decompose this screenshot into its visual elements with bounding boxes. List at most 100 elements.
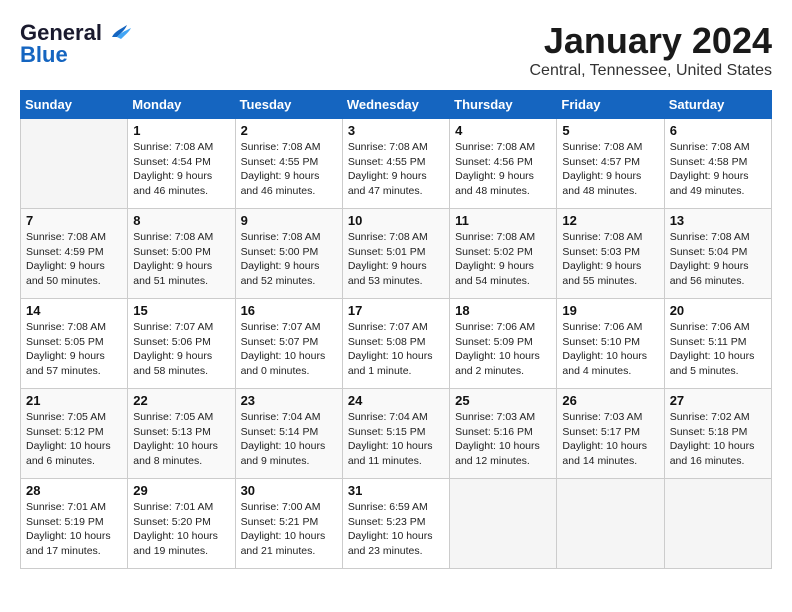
calendar-cell: 24 Sunrise: 7:04 AM Sunset: 5:15 PM Dayli… <box>342 389 449 479</box>
calendar-table: SundayMondayTuesdayWednesdayThursdayFrid… <box>20 90 772 569</box>
page-subtitle: Central, Tennessee, United States <box>529 62 772 80</box>
day-info: Sunrise: 7:08 AM Sunset: 4:55 PM Dayligh… <box>348 140 444 199</box>
calendar-week-row: 14 Sunrise: 7:08 AM Sunset: 5:05 PM Dayli… <box>21 299 772 389</box>
calendar-day-header: Sunday <box>21 91 128 119</box>
day-number: 20 <box>670 303 766 318</box>
calendar-cell: 23 Sunrise: 7:04 AM Sunset: 5:14 PM Dayli… <box>235 389 342 479</box>
calendar-day-header: Monday <box>128 91 235 119</box>
day-info: Sunrise: 7:08 AM Sunset: 4:55 PM Dayligh… <box>241 140 337 199</box>
day-info: Sunrise: 7:04 AM Sunset: 5:15 PM Dayligh… <box>348 410 444 469</box>
day-number: 17 <box>348 303 444 318</box>
calendar-cell: 22 Sunrise: 7:05 AM Sunset: 5:13 PM Dayli… <box>128 389 235 479</box>
day-number: 11 <box>455 213 551 228</box>
day-info: Sunrise: 7:06 AM Sunset: 5:11 PM Dayligh… <box>670 320 766 379</box>
page-header: General Blue January 2024 Central, Tenne… <box>20 20 772 80</box>
calendar-week-row: 28 Sunrise: 7:01 AM Sunset: 5:19 PM Dayli… <box>21 479 772 569</box>
calendar-header-row: SundayMondayTuesdayWednesdayThursdayFrid… <box>21 91 772 119</box>
day-info: Sunrise: 7:08 AM Sunset: 5:02 PM Dayligh… <box>455 230 551 289</box>
day-number: 22 <box>133 393 229 408</box>
day-number: 28 <box>26 483 122 498</box>
day-number: 23 <box>241 393 337 408</box>
day-info: Sunrise: 7:01 AM Sunset: 5:20 PM Dayligh… <box>133 500 229 559</box>
title-block: January 2024 Central, Tennessee, United … <box>529 20 772 80</box>
day-number: 29 <box>133 483 229 498</box>
calendar-cell: 12Sunrise: 7:08 AM Sunset: 5:03 PM Dayli… <box>557 209 664 299</box>
day-number: 9 <box>241 213 337 228</box>
day-info: Sunrise: 6:59 AM Sunset: 5:23 PM Dayligh… <box>348 500 444 559</box>
day-number: 24 <box>348 393 444 408</box>
day-info: Sunrise: 7:01 AM Sunset: 5:19 PM Dayligh… <box>26 500 122 559</box>
day-info: Sunrise: 7:05 AM Sunset: 5:13 PM Dayligh… <box>133 410 229 469</box>
calendar-cell: 1Sunrise: 7:08 AM Sunset: 4:54 PM Daylig… <box>128 119 235 209</box>
day-info: Sunrise: 7:08 AM Sunset: 4:57 PM Dayligh… <box>562 140 658 199</box>
calendar-cell: 20 Sunrise: 7:06 AM Sunset: 5:11 PM Dayli… <box>664 299 771 389</box>
day-info: Sunrise: 7:05 AM Sunset: 5:12 PM Dayligh… <box>26 410 122 469</box>
calendar-day-header: Tuesday <box>235 91 342 119</box>
calendar-cell: 2 Sunrise: 7:08 AM Sunset: 4:55 PM Daylig… <box>235 119 342 209</box>
calendar-cell: 30 Sunrise: 7:00 AM Sunset: 5:21 PM Dayli… <box>235 479 342 569</box>
calendar-cell: 31 Sunrise: 6:59 AM Sunset: 5:23 PM Dayli… <box>342 479 449 569</box>
calendar-cell: 6 Sunrise: 7:08 AM Sunset: 4:58 PM Daylig… <box>664 119 771 209</box>
calendar-week-row: 21 Sunrise: 7:05 AM Sunset: 5:12 PM Dayli… <box>21 389 772 479</box>
day-number: 2 <box>241 123 337 138</box>
day-number: 14 <box>26 303 122 318</box>
calendar-cell: 28 Sunrise: 7:01 AM Sunset: 5:19 PM Dayli… <box>21 479 128 569</box>
day-number: 27 <box>670 393 766 408</box>
calendar-cell: 10 Sunrise: 7:08 AM Sunset: 5:01 PM Dayli… <box>342 209 449 299</box>
day-number: 30 <box>241 483 337 498</box>
calendar-cell: 8 Sunrise: 7:08 AM Sunset: 5:00 PM Daylig… <box>128 209 235 299</box>
calendar-day-header: Saturday <box>664 91 771 119</box>
calendar-cell: 29 Sunrise: 7:01 AM Sunset: 5:20 PM Dayli… <box>128 479 235 569</box>
calendar-cell: 18Sunrise: 7:06 AM Sunset: 5:09 PM Dayli… <box>450 299 557 389</box>
day-number: 21 <box>26 393 122 408</box>
calendar-cell <box>21 119 128 209</box>
calendar-cell: 17Sunrise: 7:07 AM Sunset: 5:08 PM Dayli… <box>342 299 449 389</box>
calendar-week-row: 1Sunrise: 7:08 AM Sunset: 4:54 PM Daylig… <box>21 119 772 209</box>
day-number: 19 <box>562 303 658 318</box>
day-number: 16 <box>241 303 337 318</box>
calendar-cell: 26Sunrise: 7:03 AM Sunset: 5:17 PM Dayli… <box>557 389 664 479</box>
day-number: 26 <box>562 393 658 408</box>
day-number: 15 <box>133 303 229 318</box>
day-number: 4 <box>455 123 551 138</box>
day-number: 31 <box>348 483 444 498</box>
day-number: 6 <box>670 123 766 138</box>
day-number: 10 <box>348 213 444 228</box>
calendar-cell: 7Sunrise: 7:08 AM Sunset: 4:59 PM Daylig… <box>21 209 128 299</box>
day-info: Sunrise: 7:08 AM Sunset: 5:03 PM Dayligh… <box>562 230 658 289</box>
day-info: Sunrise: 7:08 AM Sunset: 5:00 PM Dayligh… <box>133 230 229 289</box>
day-number: 5 <box>562 123 658 138</box>
calendar-cell <box>450 479 557 569</box>
calendar-cell: 16 Sunrise: 7:07 AM Sunset: 5:07 PM Dayli… <box>235 299 342 389</box>
day-number: 7 <box>26 213 122 228</box>
calendar-day-header: Wednesday <box>342 91 449 119</box>
day-number: 8 <box>133 213 229 228</box>
logo: General Blue <box>20 20 135 68</box>
calendar-cell: 5 Sunrise: 7:08 AM Sunset: 4:57 PM Daylig… <box>557 119 664 209</box>
calendar-cell: 25 Sunrise: 7:03 AM Sunset: 5:16 PM Dayli… <box>450 389 557 479</box>
day-info: Sunrise: 7:08 AM Sunset: 5:05 PM Dayligh… <box>26 320 122 379</box>
calendar-cell: 11 Sunrise: 7:08 AM Sunset: 5:02 PM Dayli… <box>450 209 557 299</box>
day-info: Sunrise: 7:04 AM Sunset: 5:14 PM Dayligh… <box>241 410 337 469</box>
calendar-cell: 19 Sunrise: 7:06 AM Sunset: 5:10 PM Dayli… <box>557 299 664 389</box>
day-number: 1 <box>133 123 229 138</box>
day-info: Sunrise: 7:06 AM Sunset: 5:10 PM Dayligh… <box>562 320 658 379</box>
calendar-cell: 9Sunrise: 7:08 AM Sunset: 5:00 PM Daylig… <box>235 209 342 299</box>
day-info: Sunrise: 7:07 AM Sunset: 5:07 PM Dayligh… <box>241 320 337 379</box>
calendar-cell: 14 Sunrise: 7:08 AM Sunset: 5:05 PM Dayli… <box>21 299 128 389</box>
calendar-cell: 21 Sunrise: 7:05 AM Sunset: 5:12 PM Dayli… <box>21 389 128 479</box>
day-info: Sunrise: 7:03 AM Sunset: 5:16 PM Dayligh… <box>455 410 551 469</box>
day-number: 25 <box>455 393 551 408</box>
day-info: Sunrise: 7:08 AM Sunset: 5:01 PM Dayligh… <box>348 230 444 289</box>
calendar-cell: 3Sunrise: 7:08 AM Sunset: 4:55 PM Daylig… <box>342 119 449 209</box>
calendar-cell <box>557 479 664 569</box>
day-info: Sunrise: 7:07 AM Sunset: 5:06 PM Dayligh… <box>133 320 229 379</box>
calendar-cell: 13Sunrise: 7:08 AM Sunset: 5:04 PM Dayli… <box>664 209 771 299</box>
calendar-week-row: 7Sunrise: 7:08 AM Sunset: 4:59 PM Daylig… <box>21 209 772 299</box>
day-number: 13 <box>670 213 766 228</box>
calendar-cell: 15 Sunrise: 7:07 AM Sunset: 5:06 PM Dayli… <box>128 299 235 389</box>
day-info: Sunrise: 7:08 AM Sunset: 4:58 PM Dayligh… <box>670 140 766 199</box>
calendar-day-header: Thursday <box>450 91 557 119</box>
calendar-day-header: Friday <box>557 91 664 119</box>
day-info: Sunrise: 7:00 AM Sunset: 5:21 PM Dayligh… <box>241 500 337 559</box>
